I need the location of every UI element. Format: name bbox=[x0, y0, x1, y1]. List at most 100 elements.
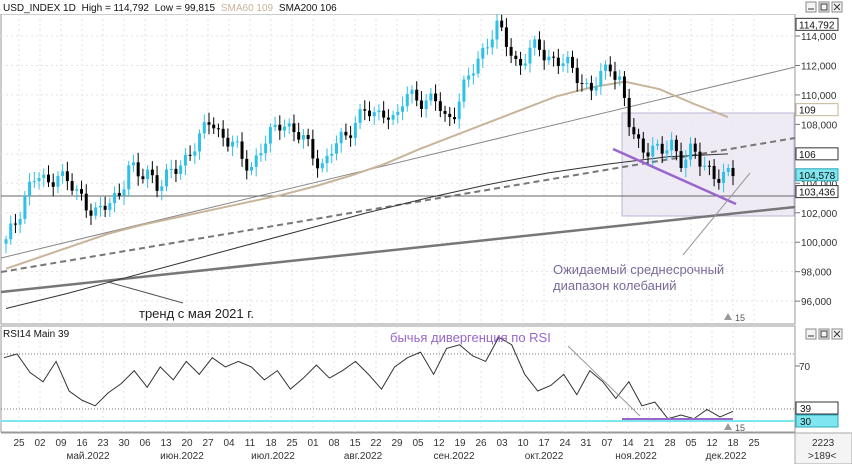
candle-body bbox=[382, 110, 386, 118]
candle-body bbox=[231, 141, 235, 147]
candle-body bbox=[113, 192, 117, 204]
candle-body bbox=[46, 174, 50, 183]
candle-body bbox=[467, 75, 471, 80]
candle-body bbox=[32, 181, 36, 183]
range-annotation-line1: Ожидаемый среднесрочный bbox=[553, 262, 724, 277]
current-price-badge-value: 104,578 bbox=[799, 171, 836, 182]
candle-body bbox=[575, 67, 579, 83]
candle-body bbox=[358, 109, 362, 123]
day-tick-label: 03 bbox=[496, 438, 508, 449]
day-tick-label: 16 bbox=[76, 438, 88, 449]
sma200-label: SMA200 106 bbox=[279, 3, 337, 14]
candle-body bbox=[693, 143, 697, 152]
candle-body bbox=[65, 171, 69, 182]
candle-body bbox=[684, 159, 688, 168]
candle-body bbox=[349, 135, 353, 138]
candle-body bbox=[712, 165, 716, 179]
rsi-panel[interactable]: RSI14 Main 39 бычья дивергенция по RSI 1… bbox=[0, 325, 843, 433]
candle-body bbox=[528, 47, 532, 64]
candle-body bbox=[297, 132, 301, 140]
candle-body bbox=[637, 134, 641, 139]
day-tick-label: 06 bbox=[139, 438, 151, 449]
candle-body bbox=[84, 193, 88, 211]
price-tick-label: 96,000 bbox=[801, 297, 832, 308]
rsi-scale-marker: 15 bbox=[735, 423, 745, 433]
minimize-button[interactable] bbox=[805, 1, 817, 13]
candle-body bbox=[273, 124, 277, 128]
time-axis: 25 02 09 16 23 30 06 13 20 27 04 11 18 25 01 08 15 22 29 05… bbox=[0, 432, 852, 464]
day-tick-label: 29 bbox=[391, 438, 403, 449]
svg-text:USD_INDEX 1D High = 114,: USD_INDEX 1D High = 114,792 Low = 99,815… bbox=[3, 3, 337, 14]
candle-body bbox=[13, 223, 17, 225]
day-tick-label: 24 bbox=[559, 438, 571, 449]
rsi-window-buttons[interactable] bbox=[805, 328, 843, 340]
candle-body bbox=[424, 100, 428, 109]
price-tick-label: 98,000 bbox=[801, 268, 832, 279]
candle-body bbox=[344, 131, 348, 136]
rsi-minimize-button[interactable] bbox=[805, 328, 817, 340]
candle-body bbox=[495, 20, 499, 40]
candle-body bbox=[429, 93, 433, 101]
candle-body bbox=[155, 175, 159, 191]
candle-body bbox=[254, 155, 258, 167]
candle-body bbox=[665, 150, 669, 154]
candle-body bbox=[287, 123, 291, 127]
price-panel[interactable]: Ожидаемый среднесрочный диапазон колебан… bbox=[0, 0, 852, 325]
candle-body bbox=[216, 128, 220, 130]
price-tick-label: 100,000 bbox=[801, 238, 838, 249]
candle-body bbox=[604, 64, 608, 71]
month-label: июл.2022 bbox=[251, 451, 295, 462]
day-tick-label: 12 bbox=[706, 438, 718, 449]
candle-body bbox=[561, 63, 565, 67]
candle-body bbox=[268, 127, 272, 144]
candle-body bbox=[599, 70, 603, 87]
candle-body bbox=[585, 82, 589, 84]
candle-body bbox=[452, 117, 456, 120]
candle-body bbox=[368, 110, 371, 117]
candle-body bbox=[235, 141, 239, 143]
candle-body bbox=[117, 192, 121, 196]
candle-body bbox=[301, 134, 305, 140]
month-label: май.2022 bbox=[66, 451, 109, 462]
candle-body bbox=[330, 153, 334, 156]
candle-body bbox=[410, 89, 414, 94]
candle-body bbox=[202, 122, 206, 134]
candle-body bbox=[481, 47, 485, 59]
candle-body bbox=[674, 139, 678, 152]
window-buttons[interactable] bbox=[805, 1, 843, 13]
candle-body bbox=[183, 154, 187, 166]
high-badge-value: 114,792 bbox=[799, 20, 835, 31]
day-tick-label: 02 bbox=[34, 438, 46, 449]
day-tick-label: 30 bbox=[118, 438, 130, 449]
candle-body bbox=[325, 155, 329, 164]
candle-body bbox=[556, 57, 560, 67]
candle-body bbox=[4, 239, 8, 244]
candle-body bbox=[283, 126, 287, 131]
day-tick-label: 25 bbox=[13, 438, 25, 449]
candle-body bbox=[490, 39, 494, 48]
candle-body bbox=[221, 128, 225, 138]
day-tick-label: 25 bbox=[286, 438, 298, 449]
candle-body bbox=[193, 151, 197, 156]
rsi-tick-70: 70 bbox=[799, 362, 811, 373]
day-tick-label: 27 bbox=[202, 438, 214, 449]
sma200-badge-value: 106 bbox=[799, 150, 816, 161]
candle-body bbox=[198, 133, 202, 152]
candle-body bbox=[514, 55, 518, 59]
candle-body bbox=[377, 110, 381, 113]
candle-body bbox=[580, 82, 584, 84]
candle-body bbox=[415, 89, 419, 101]
support-level-badge-value: 103,436 bbox=[799, 188, 836, 199]
candle-body bbox=[245, 158, 249, 171]
day-tick-label: 17 bbox=[538, 438, 550, 449]
candle-body bbox=[722, 171, 726, 183]
candle-body bbox=[434, 93, 438, 102]
candle-body bbox=[608, 64, 612, 72]
candle-body bbox=[533, 39, 537, 48]
day-tick-label: 13 bbox=[160, 438, 172, 449]
candle-body bbox=[334, 143, 338, 154]
day-tick-label: 12 bbox=[433, 438, 445, 449]
candle-body bbox=[278, 124, 282, 131]
price-scale-marker: 15 bbox=[735, 313, 745, 323]
candle-body bbox=[18, 218, 22, 225]
